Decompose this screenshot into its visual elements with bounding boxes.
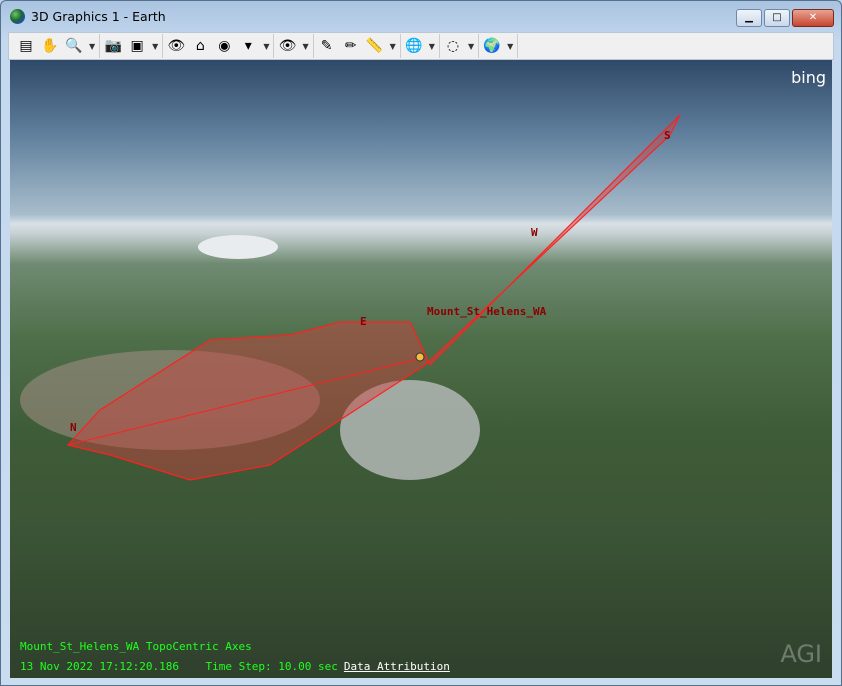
axis-label-n: N: [70, 421, 77, 434]
toolbar-group: 📷 ▣ ▼: [100, 34, 164, 58]
toolbar-group: 🌍 ▼: [479, 34, 519, 58]
maximize-button[interactable]: □: [764, 9, 790, 27]
place-marker-icon[interactable]: [415, 352, 425, 362]
scene: Mount_St_Helens_WA N E W S: [20, 114, 681, 481]
data-attribution-link[interactable]: Data Attribution: [344, 660, 450, 673]
window-title: 3D Graphics 1 - Earth: [31, 9, 166, 24]
view-from-to-icon[interactable]: 👁: [167, 37, 185, 55]
toolbar-group: 🌐 ▼: [401, 34, 440, 58]
toolbar: ▤ ✋ 🔍 ▼ 📷 ▣ ▼ 👁 ⌂ ◉ ▾ ▼ 👁 ▼ ✎ ✏ 📏 ▼ 🌐 ▼ ◌ ▼ 🌍 ▼: [8, 32, 834, 60]
axes-label: Mount_St_Helens_WA TopoCentric Axes: [20, 640, 252, 653]
close-button[interactable]: ✕: [792, 9, 834, 27]
toolbar-group: ◌ ▼: [440, 34, 480, 58]
axis-label-e: E: [360, 315, 367, 328]
toolbar-group: 👁 ▼: [274, 34, 314, 58]
earth-icon: [10, 9, 25, 24]
globe-manager-icon[interactable]: 🌐: [405, 37, 423, 55]
3d-globe-view[interactable]: Mount_St_Helens_WA N E W S bing Mount_St…: [10, 60, 832, 678]
distant-mountain: [198, 235, 278, 259]
measure-icon[interactable]: 📏: [366, 37, 384, 55]
orient-top-icon[interactable]: ▾: [239, 37, 257, 55]
axis-label-s: S: [664, 129, 671, 142]
pan-icon[interactable]: ✋: [41, 37, 59, 55]
object-label: Mount_St_Helens_WA: [427, 305, 547, 318]
toolbar-group: ▤ ✋ 🔍 ▼: [13, 34, 101, 58]
home-view-icon[interactable]: ⌂: [191, 37, 209, 55]
disabled-cd-icon[interactable]: ◌: [444, 37, 462, 55]
terrain-icon[interactable]: 🌍: [483, 37, 501, 55]
title-bar: 3D Graphics 1 - Earth: [10, 9, 166, 24]
date-time: 13 Nov 2022 17:12:20.186: [20, 660, 179, 673]
north-up-icon[interactable]: ◉: [215, 37, 233, 55]
view-transform-icon[interactable]: 👁: [278, 37, 297, 55]
light-icon[interactable]: ✎: [318, 37, 336, 55]
toolbar-dropdown-icon[interactable]: ▼: [152, 42, 158, 51]
toolbar-dropdown-icon[interactable]: ▼: [390, 42, 396, 51]
toolbar-dropdown-icon[interactable]: ▼: [429, 42, 435, 51]
toolbar-group: 👁 ⌂ ◉ ▾ ▼: [163, 34, 275, 58]
bing-logo: bing: [791, 68, 826, 87]
agi-watermark: AGI: [780, 640, 822, 668]
toolbar-dropdown-icon[interactable]: ▼: [89, 42, 95, 51]
record-movie-icon[interactable]: ▣: [128, 37, 146, 55]
toolbar-dropdown-icon[interactable]: ▼: [263, 42, 269, 51]
annotation-pencil-icon[interactable]: ✏: [342, 37, 360, 55]
toolbar-group: ✎ ✏ 📏 ▼: [314, 34, 401, 58]
snapshot-icon[interactable]: 📷: [104, 37, 122, 55]
zoom-icon[interactable]: 🔍: [65, 37, 83, 55]
time-step: Time Step: 10.00 sec: [205, 660, 338, 673]
toolbar-dropdown-icon[interactable]: ▼: [468, 42, 474, 51]
toolbar-dropdown-icon[interactable]: ▼: [302, 42, 308, 51]
minimize-button[interactable]: ▁: [736, 9, 762, 27]
toolbar-dropdown-icon[interactable]: ▼: [507, 42, 513, 51]
properties-icon[interactable]: ▤: [17, 37, 35, 55]
axis-label-w: W: [531, 226, 538, 239]
